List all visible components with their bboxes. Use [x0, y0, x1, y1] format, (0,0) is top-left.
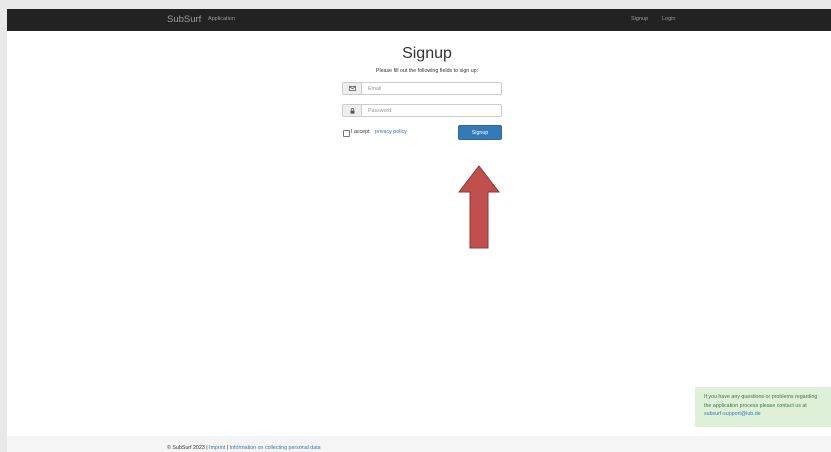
- nav-login-link[interactable]: Login: [662, 16, 675, 22]
- page: SubSurf Application Signup Login Signup …: [7, 9, 831, 452]
- personal-data-link[interactable]: Information on collecting personal data: [230, 445, 321, 451]
- page-title: Signup: [402, 45, 452, 62]
- footer-text: © SubSurf 2023 | Imprint | Information o…: [167, 445, 321, 451]
- brand-link[interactable]: SubSurf: [167, 14, 201, 25]
- up-arrow-icon: [458, 165, 500, 249]
- form-instructions: Please fill out the following fields to …: [375, 68, 479, 74]
- lock-icon: [343, 105, 362, 116]
- email-input-group: [342, 82, 502, 95]
- help-notice-text: If you have any questions or problems re…: [704, 394, 818, 409]
- email-field[interactable]: [368, 83, 498, 94]
- nav-application-link[interactable]: Application: [208, 16, 235, 22]
- copyright: © SubSurf 2023 |: [167, 445, 210, 451]
- privacy-policy-link[interactable]: privacy policy: [375, 129, 407, 135]
- support-email-link[interactable]: subsurf-support@iub.de: [704, 411, 761, 417]
- password-input-group: [342, 104, 502, 117]
- nav-signup-link[interactable]: Signup: [631, 16, 648, 22]
- help-notice: If you have any questions or problems re…: [695, 387, 831, 427]
- envelope-icon: [343, 83, 362, 94]
- signup-button[interactable]: Signup: [458, 125, 502, 140]
- password-field[interactable]: [368, 105, 498, 116]
- privacy-checkbox[interactable]: [343, 130, 350, 137]
- footer: © SubSurf 2023 | Imprint | Information o…: [7, 436, 831, 452]
- imprint-link[interactable]: Imprint: [209, 445, 225, 451]
- accept-label: I accept: [351, 129, 370, 135]
- navbar: SubSurf Application Signup Login: [7, 9, 831, 31]
